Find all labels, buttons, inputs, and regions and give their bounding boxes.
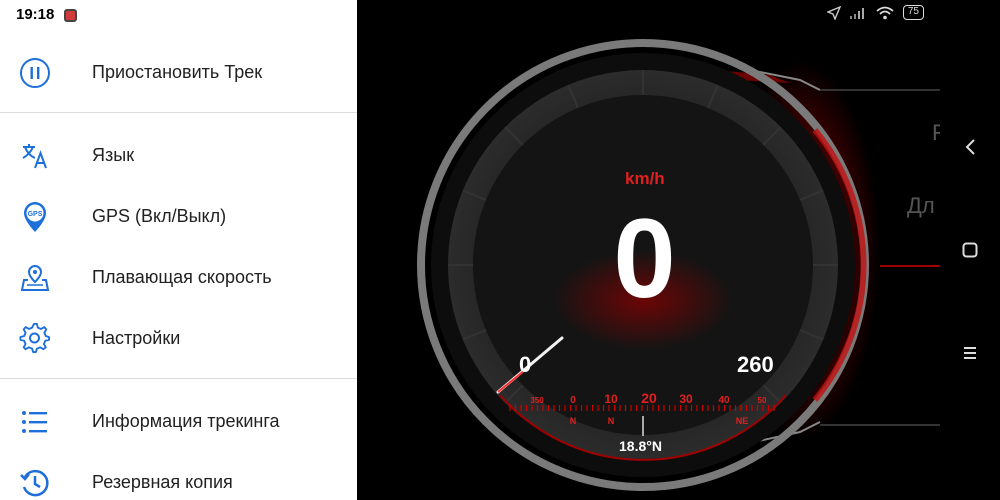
pause-icon	[18, 56, 52, 90]
home-icon	[962, 242, 978, 258]
menu-item-tracking-info[interactable]: Информация трекинга	[0, 393, 357, 449]
menu-item-language[interactable]: Язык	[0, 127, 357, 183]
speed-value: 0	[613, 196, 676, 321]
compass-tick-label: 20	[641, 390, 657, 406]
compass-direction-label: NE	[736, 416, 749, 426]
app-notification-icon	[64, 9, 77, 22]
battery-indicator: 75	[902, 5, 924, 20]
history-icon	[18, 466, 52, 500]
speed-unit: km/h	[625, 169, 665, 188]
gps-icon-text: GPS	[28, 211, 43, 218]
menu-item-label: Резервная копия	[92, 471, 233, 492]
gear-icon	[18, 322, 52, 356]
signal-icon	[849, 7, 864, 19]
map-pin-icon	[18, 261, 52, 295]
recents-button[interactable]	[960, 343, 980, 363]
back-icon	[965, 139, 975, 155]
menu-item-label: Плавающая скорость	[92, 266, 272, 287]
navigation-drawer: Приостановить Трек Язык GPS GPS (Вкл/Вык…	[0, 0, 357, 500]
menu-item-settings[interactable]: Настройки	[0, 310, 357, 366]
speed-max-label: 260	[737, 352, 774, 377]
menu-item-label: Язык	[92, 144, 135, 165]
home-button[interactable]	[960, 240, 980, 260]
compass-direction-label: N	[570, 416, 577, 426]
menu-divider	[0, 378, 357, 379]
status-icons: 75	[826, 5, 924, 20]
menu-item-label: Приостановить Трек	[92, 61, 263, 82]
status-bar: 19:18 75	[0, 0, 1000, 30]
compass-direction-label: N	[608, 416, 615, 426]
compass-tick-label: 30	[679, 392, 693, 406]
speedometer-screen: 350 0 10 20 30 40 50 N N NE km/h 0 0 260 18.8°N F…	[357, 0, 940, 500]
location-arrow-icon	[826, 5, 841, 20]
compass-tick-label: 40	[718, 395, 730, 406]
speed-min-label: 0	[519, 352, 532, 377]
menu-divider	[0, 112, 357, 113]
menu-item-floating-speed[interactable]: Плавающая скорость	[0, 249, 357, 305]
compass-tick-label: 50	[758, 396, 767, 405]
menu-item-pause-track[interactable]: Приостановить Трек	[0, 44, 357, 100]
compass-tick-label: 0	[570, 395, 576, 406]
compass-heading: 18.8°N	[619, 438, 662, 454]
hud-partial-text: Дл	[907, 193, 935, 218]
menu-item-label: Информация трекинга	[92, 410, 280, 431]
menu-icon	[964, 347, 976, 359]
back-button[interactable]	[960, 137, 980, 157]
wifi-icon	[876, 6, 894, 19]
status-time: 19:18	[16, 6, 55, 23]
compass-tick-label: 10	[604, 392, 618, 406]
compass-tick-label: 350	[530, 396, 544, 405]
hud-partial-text: F	[932, 120, 940, 145]
list-icon	[18, 405, 52, 439]
menu-item-label: Настройки	[92, 327, 181, 348]
menu-item-gps-toggle[interactable]: GPS GPS (Вкл/Выкл)	[0, 188, 357, 244]
menu-item-label: GPS (Вкл/Выкл)	[92, 205, 227, 226]
translate-icon	[18, 139, 52, 173]
system-nav-bar	[940, 0, 1000, 500]
gps-pin-icon: GPS	[18, 200, 52, 234]
menu-item-backup[interactable]: Резервная копия	[0, 454, 357, 500]
